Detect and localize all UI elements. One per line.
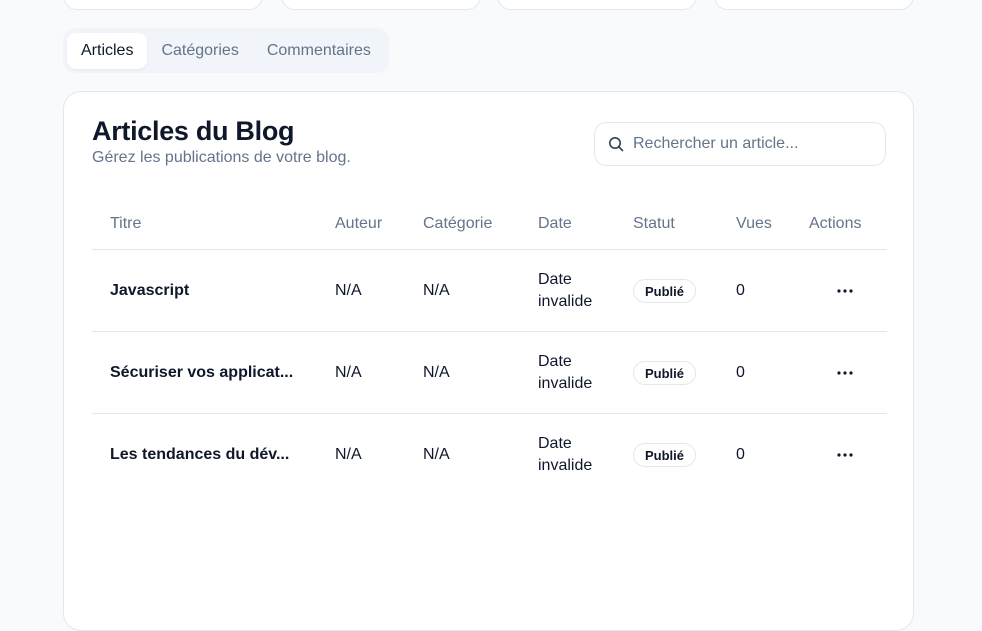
header-auteur[interactable]: Auteur: [335, 197, 382, 250]
cell-date: Date invalide: [538, 353, 593, 392]
cell-actions: [829, 332, 861, 414]
stat-card: [497, 0, 697, 10]
header-date[interactable]: Date: [538, 197, 572, 250]
tab-articles[interactable]: Articles: [67, 32, 148, 69]
status-badge: Publié: [633, 361, 697, 385]
row-actions-button[interactable]: [829, 439, 861, 471]
cell-categorie: N/A: [423, 282, 450, 299]
more-horizontal-icon: [837, 371, 853, 375]
cell-vues: 0: [736, 364, 745, 381]
cell-vues: 0: [736, 282, 745, 299]
cell-categorie: N/A: [423, 446, 450, 463]
stat-card: [714, 0, 914, 10]
header-vues[interactable]: Vues: [736, 197, 772, 250]
articles-table: Titre Auteur Catégorie Date Statut Vues …: [92, 197, 887, 496]
cell-date: Date invalide: [538, 271, 593, 310]
tab-comments[interactable]: Commentaires: [253, 33, 385, 69]
table-row[interactable]: Javascript N/A N/A Date invalide Publié …: [92, 250, 887, 332]
header-titre[interactable]: Titre: [110, 197, 141, 250]
stat-card: [281, 0, 481, 10]
more-horizontal-icon: [837, 453, 853, 457]
stat-card: [63, 0, 263, 10]
cell-categorie: N/A: [423, 364, 450, 381]
cell-titre: Javascript: [110, 282, 190, 299]
table-row[interactable]: Sécuriser vos applicat... N/A N/A Date i…: [92, 332, 887, 414]
cell-vues: 0: [736, 446, 745, 463]
cell-statut: Publié: [633, 250, 697, 332]
header-categorie[interactable]: Catégorie: [423, 197, 492, 250]
search-box[interactable]: [594, 122, 886, 166]
search-icon: [607, 135, 625, 153]
cell-statut: Publié: [633, 414, 697, 496]
tab-list: Articles Catégories Commentaires: [63, 28, 389, 73]
cell-actions: [829, 414, 861, 496]
tab-categories[interactable]: Catégories: [147, 33, 252, 69]
cell-statut: Publié: [633, 332, 697, 414]
header-actions: Actions: [809, 214, 862, 232]
cell-auteur: N/A: [335, 446, 362, 463]
table-header: Titre Auteur Catégorie Date Statut Vues …: [92, 197, 887, 250]
header-statut[interactable]: Statut: [633, 197, 675, 250]
cell-date: Date invalide: [538, 435, 593, 474]
row-actions-button[interactable]: [829, 357, 861, 389]
page-title: Articles du Blog: [92, 116, 295, 146]
row-actions-button[interactable]: [829, 275, 861, 307]
more-horizontal-icon: [837, 289, 853, 293]
cell-titre: Les tendances du dév...: [110, 446, 290, 463]
cell-auteur: N/A: [335, 282, 362, 299]
search-input[interactable]: [633, 135, 873, 153]
page-subtitle: Gérez les publications de votre blog.: [92, 149, 351, 166]
status-badge: Publié: [633, 443, 697, 467]
table-row[interactable]: Les tendances du dév... N/A N/A Date inv…: [92, 414, 887, 496]
cell-actions: [829, 250, 861, 332]
stat-cards: [63, 0, 914, 10]
articles-card: Articles du Blog Gérez les publications …: [63, 91, 914, 631]
status-badge: Publié: [633, 279, 697, 303]
cell-auteur: N/A: [335, 364, 362, 381]
cell-titre: Sécuriser vos applicat...: [110, 364, 294, 381]
